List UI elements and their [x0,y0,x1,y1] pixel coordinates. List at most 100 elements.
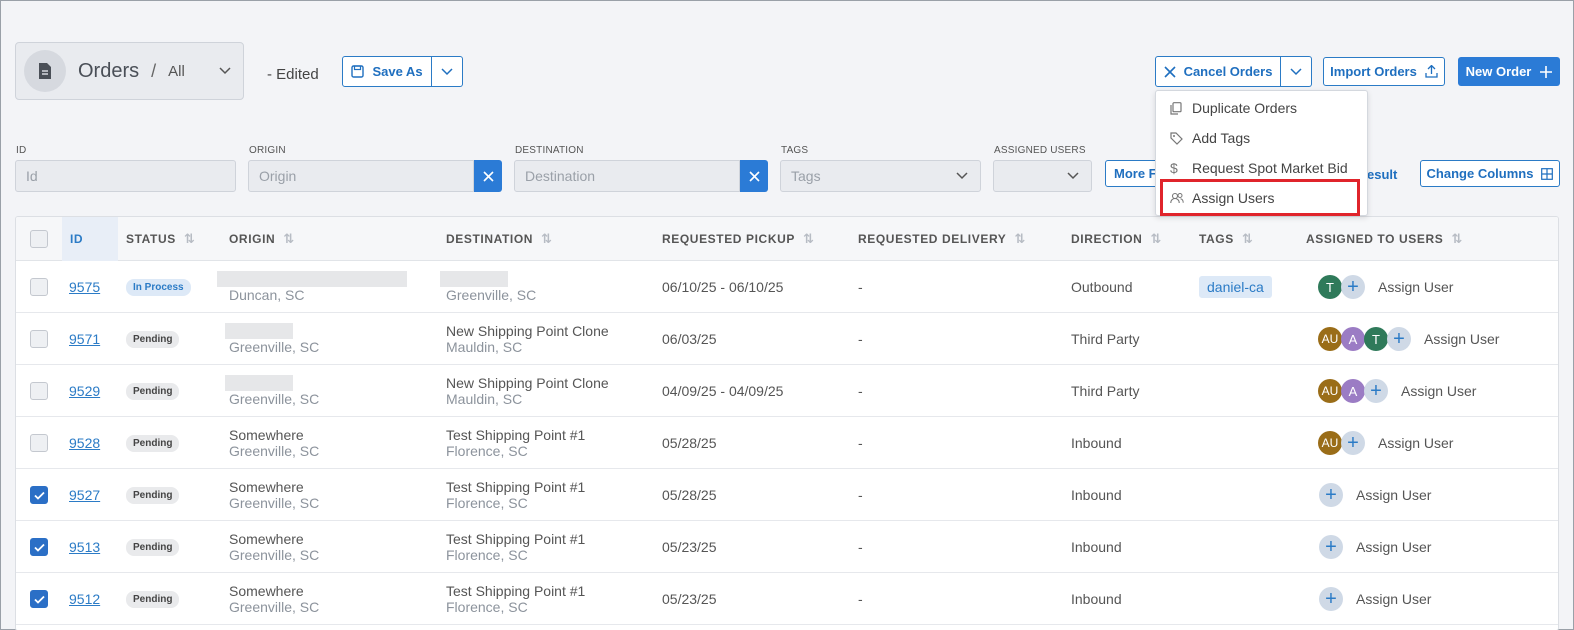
order-id-link[interactable]: 9529 [69,383,100,399]
status-cell: Pending [126,521,180,573]
clear-origin-button[interactable] [474,160,502,192]
save-as-button[interactable]: Save As [342,56,432,87]
sort-icon: ⇅ [1451,231,1463,246]
tag-icon [1170,131,1184,145]
destination-filter-label: DESTINATION [515,145,584,156]
menu-item-add-tags[interactable]: Add Tags [1156,124,1367,152]
assign-user-link[interactable]: Assign User [1378,435,1453,451]
clear-destination-button[interactable] [740,160,768,192]
redacted-text [440,271,508,287]
user-avatar[interactable]: T [1318,275,1342,299]
row-select-cell [30,573,48,625]
assign-user-link[interactable]: Assign User [1401,383,1476,399]
table-row[interactable]: 9527 Pending Somewhere Greenville, SC Test S… [16,469,1558,521]
id-filter-input[interactable]: Id [15,160,236,192]
row-checkbox[interactable] [30,382,48,400]
order-id-link[interactable]: 9512 [69,591,100,607]
assigned-users-cell: AU + Assign User [1318,417,1453,469]
column-header-assigned-users[interactable]: ASSIGNED TO USERS ⇅ [1306,217,1463,261]
user-avatar[interactable]: AU [1318,379,1342,403]
assign-user-link[interactable]: Assign User [1378,279,1453,295]
origin-name: Somewhere [229,479,304,495]
assign-user-link[interactable]: Assign User [1356,487,1431,503]
order-id-cell: 9528 [69,417,100,469]
direction-value: Third Party [1071,331,1140,347]
column-header-requested-delivery[interactable]: REQUESTED DELIVERY ⇅ [858,217,1026,261]
column-header-tags[interactable]: TAGS ⇅ [1199,217,1253,261]
check-icon [33,543,45,552]
change-columns-button[interactable]: Change Columns [1420,160,1560,187]
origin-filter-input[interactable]: Origin [248,160,474,192]
view-selector[interactable]: Orders / All [15,42,244,100]
import-orders-button[interactable]: Import Orders [1323,57,1445,86]
add-user-icon[interactable]: + [1341,431,1365,455]
add-user-icon[interactable]: + [1319,483,1343,507]
destination-cell: New Shipping Point Clone Mauldin, SC [446,313,609,365]
assign-user-link[interactable]: Assign User [1424,331,1499,347]
order-id-link[interactable]: 9513 [69,539,100,555]
row-checkbox[interactable] [30,330,48,348]
save-icon [351,65,365,78]
document-icon [24,50,66,92]
menu-item-request-spot-market-bid[interactable]: $ Request Spot Market Bid [1156,154,1367,182]
save-as-dropdown-button[interactable] [432,56,463,87]
order-id-link[interactable]: 9575 [69,279,100,295]
destination-filter-input[interactable]: Destination [514,160,740,192]
column-header-id[interactable]: ID [62,217,118,261]
result-link[interactable]: esult [1367,167,1397,182]
row-checkbox[interactable] [30,434,48,452]
destination-name: Test Shipping Point #1 [446,583,586,599]
tag-chip[interactable]: daniel-ca [1199,276,1272,298]
table-row[interactable]: 9575 In Process Duncan, SC Greenville, SC 06… [16,261,1558,313]
row-checkbox[interactable] [30,590,48,608]
status-badge: Pending [126,434,180,452]
assigned-users-cell: AU A + Assign User [1318,365,1476,417]
direction-value: Inbound [1071,435,1122,451]
status-badge: Pending [126,486,180,504]
assign-user-link[interactable]: Assign User [1356,591,1431,607]
chevron-down-icon[interactable] [219,62,231,80]
add-user-icon[interactable]: + [1341,275,1365,299]
column-header-destination[interactable]: DESTINATION ⇅ [446,217,553,261]
table-row[interactable]: 9571 Pending Greenville, SC New Shipping Po… [16,313,1558,365]
order-id-cell: 9529 [69,365,100,417]
menu-item-duplicate-orders[interactable]: Duplicate Orders [1156,94,1367,122]
pickup-date: 05/23/25 [662,591,717,607]
table-row[interactable]: 9513 Pending Somewhere Greenville, SC Test S… [16,521,1558,573]
user-avatar[interactable]: A [1341,327,1365,351]
pickup-date: 06/03/25 [662,331,717,347]
tags-filter-select[interactable]: Tags [780,160,981,192]
row-checkbox[interactable] [30,486,48,504]
table-row[interactable]: 9528 Pending Somewhere Greenville, SC Test S… [16,417,1558,469]
column-header-requested-pickup[interactable]: REQUESTED PICKUP ⇅ [662,217,814,261]
new-order-button[interactable]: New Order [1458,57,1560,86]
assigned-users-filter-select[interactable] [993,160,1092,192]
column-header-origin[interactable]: ORIGIN ⇅ [229,217,295,261]
add-user-icon[interactable]: + [1364,379,1388,403]
order-id-link[interactable]: 9571 [69,331,100,347]
column-label: DIRECTION [1071,232,1143,246]
row-checkbox[interactable] [30,278,48,296]
assign-user-link[interactable]: Assign User [1356,539,1431,555]
origin-city: Duncan, SC [229,287,305,303]
column-header-status[interactable]: STATUS ⇅ [126,217,195,261]
status-badge: In Process [126,278,191,296]
select-all-checkbox[interactable] [30,230,48,248]
table-row[interactable]: 9529 Pending Greenville, SC New Shipping Po… [16,365,1558,417]
add-user-icon[interactable]: + [1387,327,1411,351]
user-avatar[interactable]: T [1364,327,1388,351]
column-header-direction[interactable]: DIRECTION ⇅ [1071,217,1162,261]
user-avatar[interactable]: AU [1318,327,1342,351]
add-user-icon[interactable]: + [1319,587,1343,611]
add-user-icon[interactable]: + [1319,535,1343,559]
order-id-link[interactable]: 9528 [69,435,100,451]
row-checkbox[interactable] [30,538,48,556]
bulk-actions-dropdown-button[interactable] [1281,56,1312,87]
cancel-orders-button[interactable]: Cancel Orders [1155,56,1281,87]
destination-name: New Shipping Point Clone [446,323,609,339]
user-avatar[interactable]: AU [1318,431,1342,455]
close-icon [482,170,494,182]
table-row[interactable]: 9512 Pending Somewhere Greenville, SC Test S… [16,573,1558,625]
order-id-link[interactable]: 9527 [69,487,100,503]
user-avatar[interactable]: A [1341,379,1365,403]
